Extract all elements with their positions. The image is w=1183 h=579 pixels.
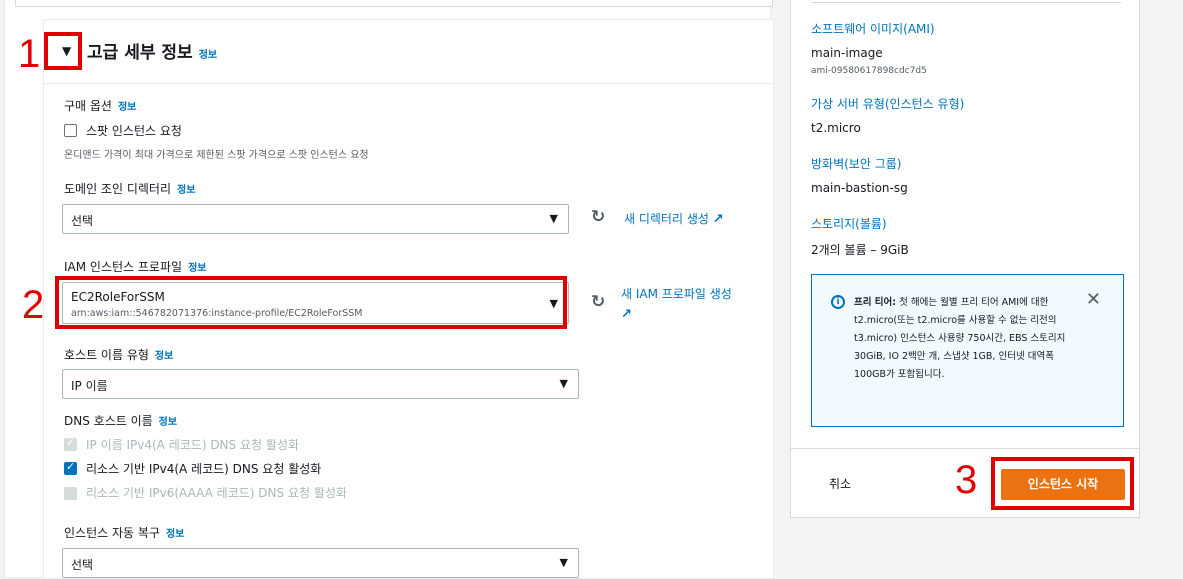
dns-resource-ipv6-checkbox	[64, 487, 77, 500]
dns-resource-ipv4-checkbox[interactable]: ✓	[64, 460, 77, 475]
create-directory-link[interactable]: 새 디렉터리 생성 ↗	[624, 210, 724, 227]
caret-down-icon: ▼	[559, 377, 568, 390]
spot-instance-label: 스팟 인스턴스 요청	[86, 124, 182, 138]
external-link-icon: ↗	[712, 212, 724, 227]
ami-id: ami-09580617898cdc7d5	[811, 66, 927, 76]
domain-join-value: 선택	[71, 214, 94, 228]
summary-divider	[811, 0, 1121, 3]
advanced-details-header[interactable]: ▼ 고급 세부 정보 정보	[44, 20, 773, 84]
dns-hostname-label: DNS 호스트 이름 정보	[64, 414, 178, 428]
ami-label[interactable]: 소프트웨어 이미지(AMI)	[811, 20, 935, 37]
advanced-details-title: 고급 세부 정보 정보	[87, 43, 218, 63]
dns-ip-name-label: IP 이름 IPv4(A 레코드) DNS 요청 활성화	[86, 438, 299, 452]
checkmark-icon: ✓	[66, 436, 76, 449]
dns-ip-name-checkbox: ✓	[64, 436, 77, 451]
cancel-button[interactable]: 취소	[829, 475, 851, 492]
summary-footer-divider	[791, 448, 1139, 449]
info-link[interactable]: 정보	[166, 529, 184, 540]
info-link[interactable]: 정보	[177, 185, 195, 196]
spot-instance-description: 온디맨드 가격이 최대 가격으로 제한된 스팟 가격으로 스팟 인스턴스 요청	[64, 150, 369, 161]
info-link[interactable]: 정보	[118, 102, 136, 113]
storage-value: 2개의 볼륨 – 9GiB	[811, 243, 909, 257]
info-link[interactable]: 정보	[188, 263, 206, 274]
annotation-number-2: 2	[22, 283, 45, 327]
refresh-icon[interactable]: ↻	[591, 207, 605, 227]
instance-type-value: t2.micro	[811, 121, 861, 135]
auto-recovery-select[interactable]: 선택 ▼	[62, 548, 579, 578]
info-link[interactable]: 정보	[155, 351, 173, 362]
caret-down-icon: ▼	[549, 212, 558, 225]
create-iam-profile-link[interactable]: 새 IAM 프로파일 생성 ↗	[621, 284, 761, 325]
spot-instance-checkbox[interactable]	[64, 124, 77, 137]
external-link-icon: ↗	[621, 307, 632, 322]
annotation-number-1: 1	[18, 32, 41, 76]
refresh-icon[interactable]: ↻	[591, 292, 605, 312]
annotation-number-3: 3	[955, 458, 978, 502]
instance-type-label[interactable]: 가상 서버 유형(인스턴스 유형)	[811, 95, 964, 112]
security-group-label[interactable]: 방화벽(보안 그룹)	[811, 155, 901, 172]
hostname-type-label: 호스트 이름 유형 정보	[64, 348, 174, 362]
info-link[interactable]: 정보	[159, 417, 177, 428]
dns-resource-ipv4-label: 리소스 기반 IPv4(A 레코드) DNS 요청 활성화	[86, 462, 322, 476]
hostname-type-value: IP 이름	[71, 379, 108, 393]
domain-join-select[interactable]: 선택 ▼	[62, 204, 569, 234]
domain-join-label: 도메인 조인 디렉터리 정보	[64, 182, 196, 196]
hostname-type-select[interactable]: IP 이름 ▼	[62, 369, 579, 399]
checkmark-icon: ✓	[66, 460, 76, 473]
free-tier-notice: i 프리 티어: 첫 해에는 월별 프리 티어 AMI에 대한 t2.micro…	[811, 274, 1124, 427]
purchase-option-label: 구매 옵션 정보	[64, 99, 137, 113]
annotation-box-3	[991, 457, 1134, 510]
dns-resource-ipv6-label: 리소스 기반 IPv6(AAAA 레코드) DNS 요청 활성화	[86, 486, 347, 500]
summary-panel: 소프트웨어 이미지(AMI) main-image ami-0958061789…	[790, 0, 1140, 518]
annotation-box-1	[44, 32, 82, 70]
iam-profile-label: IAM 인스턴스 프로파일 정보	[64, 260, 207, 274]
free-tier-text: 프리 티어: 첫 해에는 월별 프리 티어 AMI에 대한 t2.micro(또…	[854, 297, 1066, 380]
auto-recovery-label: 인스턴스 자동 복구 정보	[64, 526, 185, 540]
security-group-value: main-bastion-sg	[811, 181, 908, 195]
storage-label[interactable]: 스토리지(볼륨)	[811, 215, 887, 232]
caret-down-icon: ▼	[559, 556, 568, 569]
previous-section-edge	[15, 0, 773, 7]
info-icon: i	[831, 295, 845, 309]
ami-name: main-image	[811, 46, 883, 60]
close-icon[interactable]: ✕	[1086, 289, 1101, 310]
auto-recovery-value: 선택	[71, 558, 94, 572]
annotation-box-2	[55, 276, 567, 329]
info-link[interactable]: 정보	[199, 50, 217, 61]
